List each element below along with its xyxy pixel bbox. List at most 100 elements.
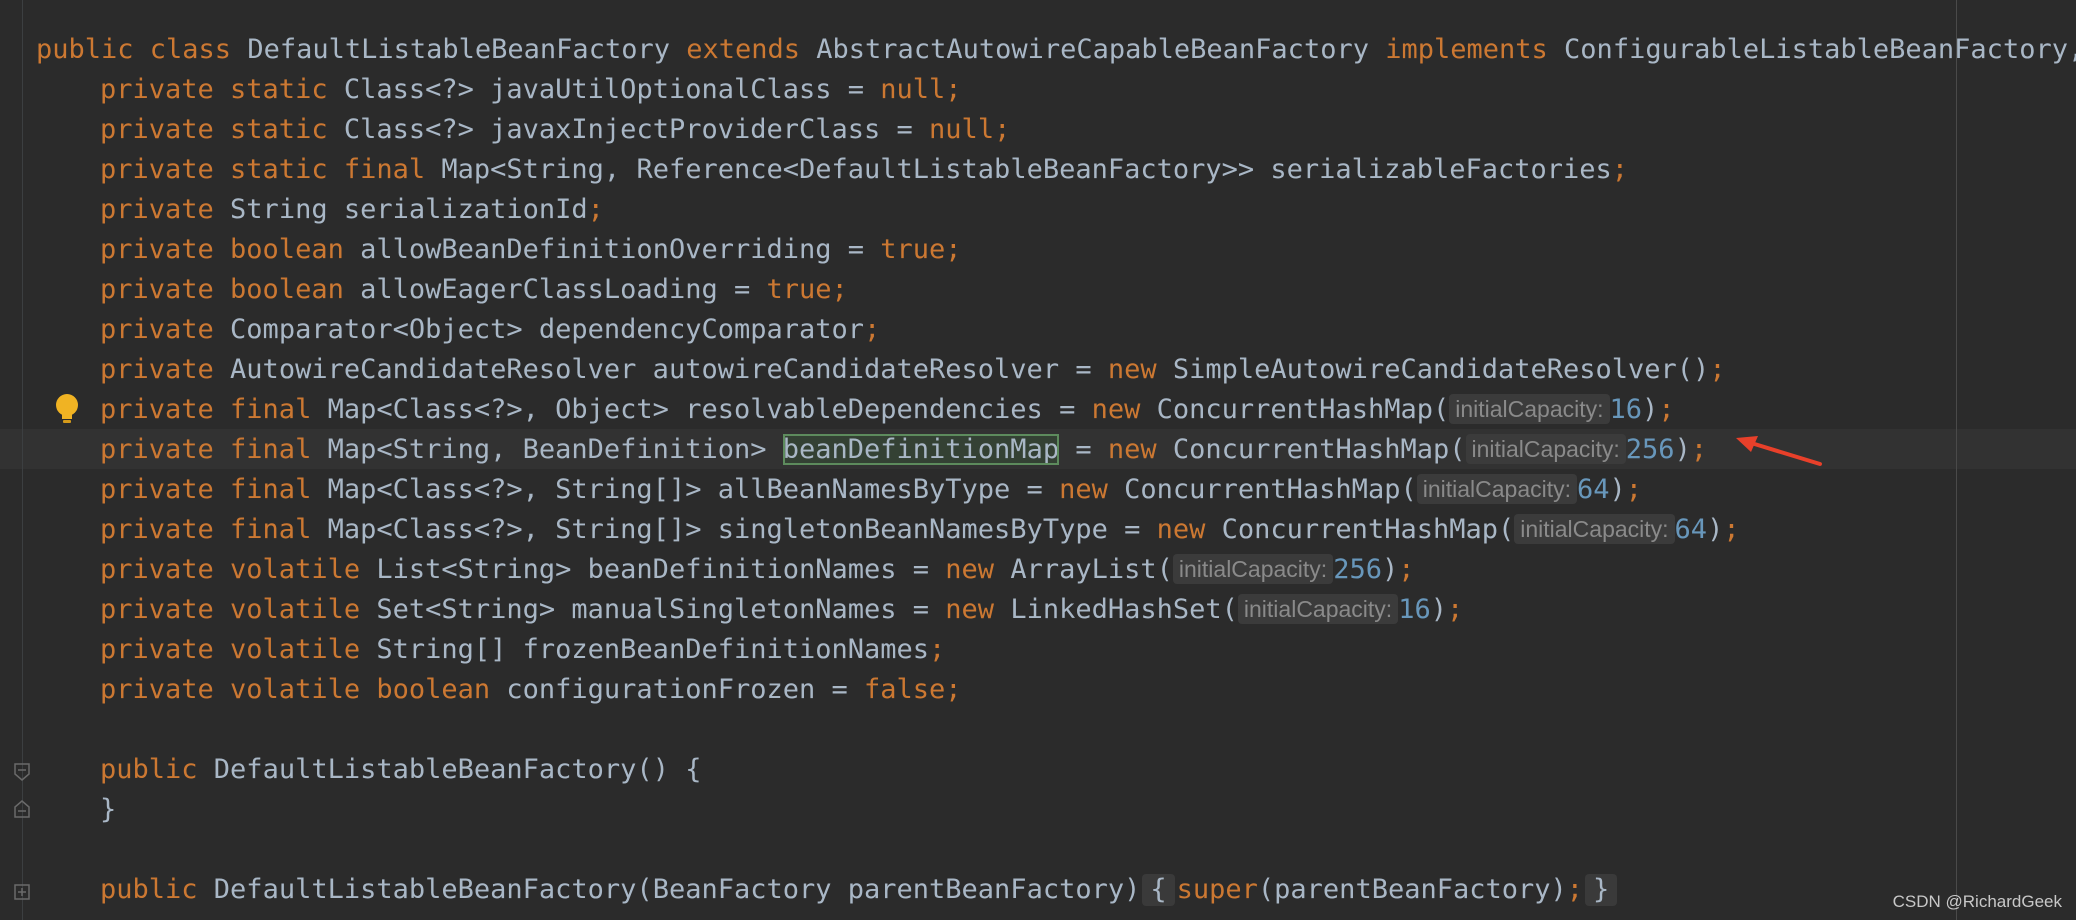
folded-brace[interactable]: { <box>1142 874 1175 906</box>
code-keyword: ; <box>929 634 946 665</box>
code-number: 64 <box>1674 514 1708 545</box>
code-line[interactable]: private final Map<Class<?>, String[]> si… <box>36 510 2076 550</box>
fold-start-icon[interactable] <box>13 762 31 782</box>
code-token: configurationFrozen = <box>506 674 865 705</box>
code-token: DefaultListableBeanFactory() { <box>213 754 702 785</box>
code-keyword: public <box>100 754 214 785</box>
code-token: List<String> beanDefinitionNames = <box>376 554 946 585</box>
code-line[interactable]: private static Class<?> javaUtilOptional… <box>36 70 2076 110</box>
code-token: allowEagerClassLoading = <box>360 274 767 305</box>
code-keyword: private final <box>100 474 328 505</box>
code-line[interactable]: private String serializationId; <box>36 190 2076 230</box>
parameter-hint: initialCapacity: <box>1237 593 1399 624</box>
code-token: Map<Class<?>, String[]> singletonBeanNam… <box>327 514 1157 545</box>
code-keyword: private final <box>100 514 328 545</box>
code-keyword: extends <box>686 34 817 65</box>
gutter-divider <box>22 0 23 920</box>
code-keyword: private volatile <box>100 554 377 585</box>
code-token: Class<?> javaUtilOptionalClass = <box>343 74 881 105</box>
code-line[interactable]: private volatile String[] frozenBeanDefi… <box>36 630 2076 670</box>
code-keyword: true; <box>880 234 962 265</box>
code-number: 256 <box>1625 434 1675 465</box>
code-keyword: private final <box>100 434 328 465</box>
code-area[interactable]: public class DefaultListableBeanFactory … <box>36 30 2076 910</box>
code-token: ConcurrentHashMap( <box>1156 394 1450 425</box>
code-token: ) <box>1707 514 1724 545</box>
red-arrow-annotation <box>1736 436 1822 466</box>
code-number: 16 <box>1398 594 1431 625</box>
code-line[interactable]: private boolean allowBeanDefinitionOverr… <box>36 230 2076 270</box>
code-number: 256 <box>1333 554 1382 585</box>
folded-brace[interactable]: } <box>1585 874 1618 906</box>
code-keyword: ; <box>1398 554 1415 585</box>
code-keyword: new <box>1156 514 1222 545</box>
code-keyword: private volatile boolean <box>100 674 507 705</box>
code-keyword: public <box>100 874 214 905</box>
code-line[interactable]: private Comparator<Object> dependencyCom… <box>36 310 2076 350</box>
code-editor[interactable]: public class DefaultListableBeanFactory … <box>0 0 2076 920</box>
code-keyword: private <box>100 354 231 385</box>
code-keyword: new <box>945 554 1011 585</box>
selected-identifier[interactable]: beanDefinitionMap <box>782 434 1060 465</box>
code-line[interactable]: private boolean allowEagerClassLoading =… <box>36 270 2076 310</box>
code-keyword: super <box>1176 874 1258 905</box>
code-token: Set<String> manualSingletonNames = <box>376 594 946 625</box>
code-keyword: ; <box>1723 514 1740 545</box>
code-token: AbstractAutowireCapableBeanFactory <box>816 34 1386 65</box>
code-token: ConcurrentHashMap( <box>1124 474 1417 505</box>
code-line[interactable]: private static final Map<String, Referen… <box>36 150 2076 190</box>
watermark: CSDN @RichardGeek <box>1892 892 2062 911</box>
code-token: DefaultListableBeanFactory(BeanFactory p… <box>213 874 1141 905</box>
code-line[interactable]: private final Map<Class<?>, String[]> al… <box>36 470 2076 510</box>
code-keyword: private static final <box>100 154 442 185</box>
fold-end-icon[interactable] <box>13 799 31 819</box>
code-keyword: ; <box>1566 874 1584 905</box>
code-line[interactable]: private AutowireCandidateResolver autowi… <box>36 350 2076 390</box>
parameter-hint: initialCapacity: <box>1465 433 1626 464</box>
parameter-hint: initialCapacity: <box>1449 393 1610 424</box>
parameter-hint: initialCapacity: <box>1514 513 1675 544</box>
code-token: AutowireCandidateResolver autowireCandid… <box>230 354 1108 385</box>
code-keyword: ; <box>1446 594 1464 625</box>
code-line[interactable]: private final Map<Class<?>, Object> reso… <box>36 390 2076 430</box>
code-token: (parentBeanFactory) <box>1257 874 1567 905</box>
code-keyword: private volatile <box>100 594 377 625</box>
code-keyword: new <box>1091 394 1157 425</box>
code-keyword: new <box>1107 354 1173 385</box>
code-line[interactable]: private volatile boolean configurationFr… <box>36 670 2076 710</box>
code-keyword: ; <box>1690 434 1708 465</box>
code-number: 64 <box>1577 474 1610 505</box>
code-token: Map<String, BeanDefinition> <box>327 434 783 465</box>
code-keyword: null; <box>880 74 962 105</box>
code-line[interactable]: public DefaultListableBeanFactory(BeanFa… <box>36 870 2076 910</box>
code-line[interactable]: private volatile Set<String> manualSingl… <box>36 590 2076 630</box>
code-token: = <box>1059 434 1108 465</box>
code-line[interactable]: private static Class<?> javaxInjectProvi… <box>36 110 2076 150</box>
code-line[interactable]: public class DefaultListableBeanFactory … <box>36 30 2076 70</box>
code-token: } <box>100 794 117 825</box>
code-line[interactable]: public DefaultListableBeanFactory() { <box>36 750 2076 790</box>
code-keyword: private static <box>100 74 344 105</box>
code-line[interactable] <box>36 710 2076 750</box>
code-token: String serializationId <box>230 194 588 225</box>
code-keyword: new <box>945 594 1011 625</box>
code-token: ConcurrentHashMap( <box>1221 514 1515 545</box>
code-token: ArrayList( <box>1010 554 1173 585</box>
code-token: ConcurrentHashMap( <box>1172 434 1466 465</box>
code-line[interactable]: private volatile List<String> beanDefini… <box>36 550 2076 590</box>
code-token: Class<?> javaxInjectProviderClass = <box>343 114 930 145</box>
code-keyword: ; <box>1709 354 1726 385</box>
code-token: SimpleAutowireCandidateResolver() <box>1172 354 1710 385</box>
code-keyword: private boolean <box>100 234 361 265</box>
code-line[interactable]: } <box>36 790 2076 830</box>
code-token: ConfigurableListableBeanFactory, B <box>1564 34 2076 65</box>
code-keyword: private boolean <box>100 274 361 305</box>
code-keyword: ; <box>1658 394 1675 425</box>
fold-collapsed-icon[interactable] <box>13 882 31 902</box>
code-keyword: false; <box>864 674 962 705</box>
code-token: Map<Class<?>, String[]> allBeanNamesByTy… <box>327 474 1060 505</box>
code-keyword: private <box>100 194 231 225</box>
code-keyword: new <box>1059 474 1125 505</box>
lightbulb-icon[interactable] <box>52 392 82 426</box>
code-line[interactable] <box>36 830 2076 870</box>
